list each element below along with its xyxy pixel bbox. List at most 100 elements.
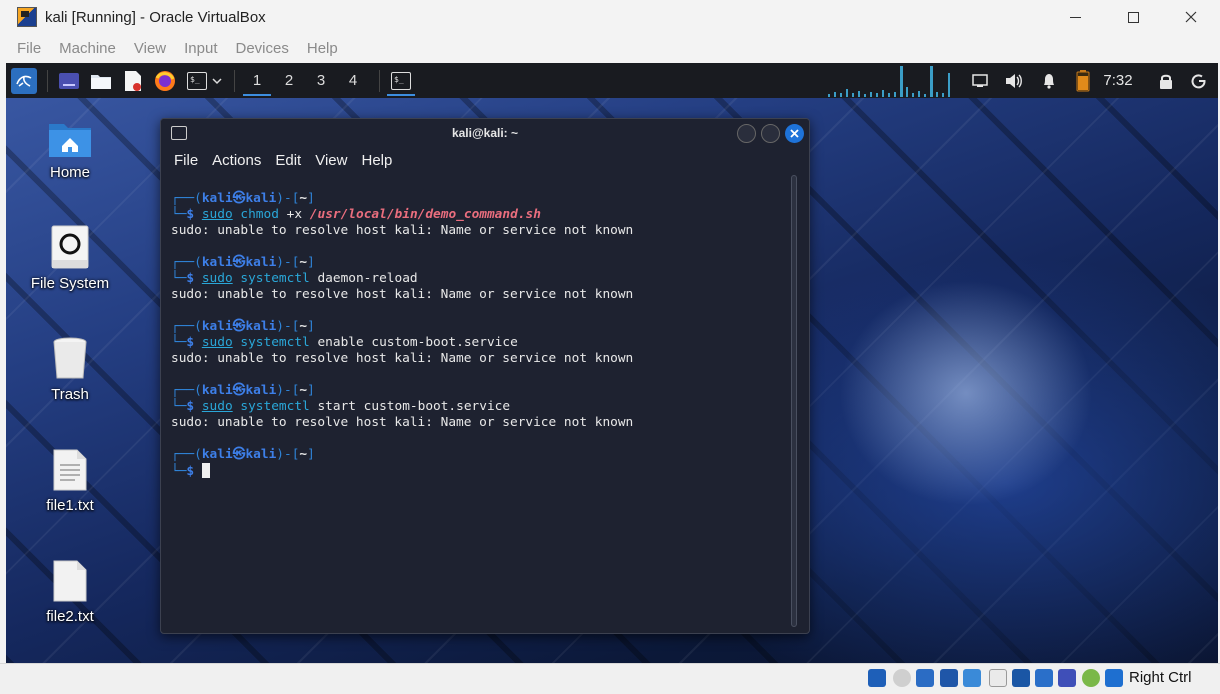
panel-separator [234,69,235,92]
text-file-icon [53,449,87,491]
window-title: kali [Running] - Oracle VirtualBox [45,8,266,26]
firefox-button[interactable] [154,70,176,92]
workspace-4[interactable]: 4 [337,63,369,98]
close-icon [1185,11,1197,23]
terminal-maximize-button[interactable] [761,124,780,143]
terminal-launcher-button[interactable]: $_ [186,70,208,92]
terminal-menu-view[interactable]: View [308,152,354,169]
terminal-title: kali@kali: ~ [451,126,519,140]
menu-help[interactable]: Help [298,40,347,57]
display-settings-button[interactable] [969,63,991,98]
logout-button[interactable] [1188,63,1210,98]
virtualbox-icon [17,7,37,27]
file-manager-button[interactable] [90,70,112,92]
minimize-button[interactable] [1046,0,1104,34]
lock-screen-button[interactable] [1155,63,1177,98]
output-line: sudo: unable to resolve host kali: Name … [171,223,634,238]
desktop-icon-home[interactable]: Home [15,118,125,181]
kali-top-panel: $_ 1 2 3 4 $_ 7:32 [6,63,1218,98]
input-line[interactable]: └─$ [171,463,786,479]
display-icon[interactable] [1012,669,1030,687]
notifications-button[interactable] [1038,63,1060,98]
volume-button[interactable] [1003,63,1025,98]
cpu-icon[interactable] [1058,669,1076,687]
desktop-icon-file1[interactable]: file1.txt [15,449,125,514]
terminal-window[interactable]: kali@kali: ~ File Actions Edit View Help… [160,118,810,634]
menu-devices[interactable]: Devices [227,40,298,57]
desktop-icon [59,72,79,89]
terminal-menu-edit[interactable]: Edit [268,152,308,169]
firefox-icon [155,70,175,91]
bell-icon [1044,73,1054,89]
close-button[interactable] [1162,0,1220,34]
terminal-scrollbar[interactable] [791,175,797,627]
output-line: sudo: unable to resolve host kali: Name … [171,415,634,430]
terminal-output[interactable]: ┌──(kali㉿kali)-[~] └─$ sudo chmod +x /us… [171,191,786,479]
terminal-icon: $_ [187,71,207,90]
blank-file-icon [53,560,87,602]
panel-separator [47,69,48,92]
keyboard-capture-icon[interactable] [1105,669,1123,687]
hard-disk-icon[interactable] [868,669,886,687]
command-line: └─$ sudo systemctl daemon-reload [171,271,418,286]
desktop-icon-label: file2.txt [46,608,94,625]
chevron-down-icon [212,77,222,84]
terminal-icon: $_ [391,71,411,90]
menu-input[interactable]: Input [175,40,226,57]
trash-icon [53,337,87,379]
output-line: sudo: unable to resolve host kali: Name … [171,287,634,302]
prompt-line: ┌──(kali㉿kali)-[~] [171,383,315,398]
launcher-dropdown[interactable] [210,70,224,92]
recording-icon[interactable] [1035,669,1053,687]
prompt-line: ┌──(kali㉿kali)-[~] [171,447,315,462]
terminal-window-icon [171,126,187,140]
lock-icon [1160,74,1172,89]
cpu-graph [828,66,950,97]
text-cursor [201,463,210,478]
workspace-3[interactable]: 3 [305,63,337,98]
terminal-titlebar[interactable]: kali@kali: ~ [161,119,809,147]
desktop-icon-trash[interactable]: Trash [15,336,125,403]
terminal-minimize-button[interactable] [737,124,756,143]
optical-drive-icon[interactable] [893,669,911,687]
desktop-icon-file-system[interactable]: File System [15,225,125,292]
text-editor-button[interactable] [122,70,144,92]
terminal-close-button[interactable] [785,124,804,143]
workspace-1[interactable]: 1 [241,63,273,98]
prompt-line: ┌──(kali㉿kali)-[~] [171,191,315,206]
show-desktop-button[interactable] [58,70,80,92]
desktop-icon-file2[interactable]: file2.txt [15,560,125,625]
terminal-menu-file[interactable]: File [167,152,205,169]
menu-machine[interactable]: Machine [50,40,125,57]
workspace-switcher: 1 2 3 4 [241,63,369,98]
shared-folders-icon[interactable] [989,669,1007,687]
clock[interactable]: 7:32 [1100,63,1136,98]
guest-screen[interactable]: $_ 1 2 3 4 $_ 7:32 Home File System Tras… [6,63,1218,663]
terminal-menubar: File Actions Edit View Help [161,147,809,173]
host-key-label: Right Ctrl [1129,669,1192,686]
command-line: └─$ sudo systemctl start custom-boot.ser… [171,399,511,414]
speaker-icon [1006,73,1022,88]
menu-file[interactable]: File [8,40,50,57]
terminal-menu-actions[interactable]: Actions [205,152,268,169]
menu-view[interactable]: View [125,40,175,57]
terminal-menu-help[interactable]: Help [354,152,399,169]
kali-menu-button[interactable] [11,67,37,94]
usb-icon[interactable] [963,669,981,687]
prompt-line: ┌──(kali㉿kali)-[~] [171,255,315,270]
prompt-line: ┌──(kali㉿kali)-[~] [171,319,315,334]
taskbar-terminal[interactable]: $_ [384,63,418,98]
audio-icon[interactable] [916,669,934,687]
battery-button[interactable] [1072,63,1094,98]
maximize-button[interactable] [1104,0,1162,34]
command-line: └─$ sudo systemctl enable custom-boot.se… [171,335,518,350]
mouse-integration-icon[interactable] [1082,669,1100,687]
network-icon[interactable] [940,669,958,687]
workspace-2[interactable]: 2 [273,63,305,98]
host-titlebar: kali [Running] - Oracle VirtualBox [0,0,1220,34]
host-menubar: File Machine View Input Devices Help [0,34,1220,63]
desktop-icon-label: file1.txt [46,497,94,514]
panel-separator [379,69,380,92]
logout-icon [1191,73,1206,88]
clock-time: 7:32 [1103,72,1133,89]
